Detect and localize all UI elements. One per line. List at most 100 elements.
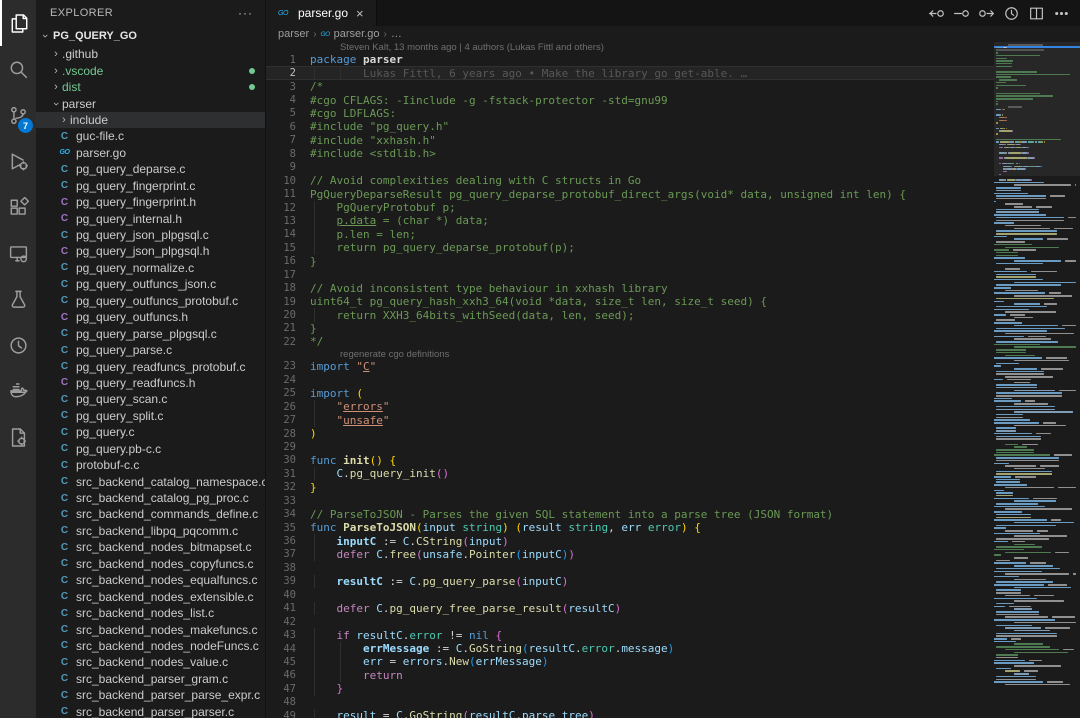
tree-file-pg_query.pb-c.c[interactable]: Cpg_query.pb-c.c [36,441,265,457]
tree-file-pg_query_outfuncs_protobuf.c[interactable]: Cpg_query_outfuncs_protobuf.c [36,293,265,309]
tree-file-src_backend_nodes_nodeFuncs.c[interactable]: Csrc_backend_nodes_nodeFuncs.c [36,638,265,654]
tab-parser-go[interactable]: GO parser.go × [266,0,377,26]
code-line-18[interactable]: 18// Avoid inconsistent type behaviour i… [266,281,994,294]
tree-file-src_backend_catalog_pg_proc.c[interactable]: Csrc_backend_catalog_pg_proc.c [36,490,265,506]
tree-file-pg_query_normalize.c[interactable]: Cpg_query_normalize.c [36,260,265,276]
code-line-11[interactable]: 11PgQueryDeparseResult pg_query_deparse_… [266,187,994,200]
codelens-row[interactable]: regenerate cgo definitions [266,349,994,360]
tree-file-pg_query_outfuncs_json.c[interactable]: Cpg_query_outfuncs_json.c [36,276,265,292]
code-line-21[interactable]: 21} [266,322,994,335]
run-and-debug-icon[interactable] [0,138,36,184]
tree-folder-include[interactable]: ›include [36,112,265,128]
tree-file-src_backend_nodes_list.c[interactable]: Csrc_backend_nodes_list.c [36,605,265,621]
code-line-36[interactable]: 36 inputC := C.CString(input) [266,534,994,547]
tree-file-pg_query.c[interactable]: Cpg_query.c [36,424,265,440]
search-icon[interactable] [0,46,36,92]
code-line-44[interactable]: 44 errMessage := C.GoString(resultC.erro… [266,642,994,655]
split-editor-icon[interactable] [1028,5,1045,22]
tree-file-pg_query_readfuncs_protobuf.c[interactable]: Cpg_query_readfuncs_protobuf.c [36,358,265,374]
remote-explorer-icon[interactable] [0,230,36,276]
code-line-27[interactable]: 27 "unsafe" [266,413,994,426]
code-line-1[interactable]: 1package parser [266,53,994,66]
tree-file-src_backend_nodes_bitmapset.c[interactable]: Csrc_backend_nodes_bitmapset.c [36,539,265,555]
code-line-7[interactable]: 7#include "xxhash.h" [266,134,994,147]
source-control-icon[interactable]: 7 [0,92,36,138]
code-line-24[interactable]: 24 [266,373,994,386]
tree-file-guc-file.c[interactable]: Cguc-file.c [36,128,265,144]
file-settings-icon[interactable] [0,414,36,460]
code-line-39[interactable]: 39 resultC := C.pg_query_parse(inputC) [266,575,994,588]
code-line-46[interactable]: 46 return [266,669,994,682]
code-line-42[interactable]: 42 [266,615,994,628]
open-changes-previous-icon[interactable] [928,5,945,22]
history-icon[interactable] [0,322,36,368]
code-line-48[interactable]: 48 [266,696,994,709]
minimap[interactable] [994,42,1080,718]
code-line-14[interactable]: 14 p.len = len; [266,228,994,241]
tree-file-parser.go[interactable]: GOparser.go [36,145,265,161]
code-line-17[interactable]: 17 [266,268,994,281]
extensions-icon[interactable] [0,184,36,230]
code-line-33[interactable]: 33 [266,494,994,507]
code-line-12[interactable]: 12 PgQueryProtobuf p; [266,201,994,214]
tree-file-protobuf-c.c[interactable]: Cprotobuf-c.c [36,457,265,473]
tree-folder-dist[interactable]: ›dist [36,79,265,95]
code-line-30[interactable]: 30func init() { [266,454,994,467]
code-line-35[interactable]: 35func ParseToJSON(input string) (result… [266,521,994,534]
explorer-icon[interactable] [0,0,36,46]
code-line-45[interactable]: 45 err = errors.New(errMessage) [266,655,994,668]
tree-file-pg_query_scan.c[interactable]: Cpg_query_scan.c [36,391,265,407]
tree-file-pg_query_parse.c[interactable]: Cpg_query_parse.c [36,342,265,358]
code-line-20[interactable]: 20 return XXH3_64bits_withSeed(data, len… [266,308,994,321]
code-line-34[interactable]: 34// ParseToJSON - Parses the given SQL … [266,507,994,520]
code-line-28[interactable]: 28) [266,427,994,440]
code-line-26[interactable]: 26 "errors" [266,400,994,413]
code-area[interactable]: Steven Kalt, 13 months ago | 4 authors (… [266,42,994,718]
tree-file-src_backend_commands_define.c[interactable]: Csrc_backend_commands_define.c [36,506,265,522]
tree-file-pg_query_readfuncs.h[interactable]: Cpg_query_readfuncs.h [36,375,265,391]
code-line-41[interactable]: 41 defer C.pg_query_free_parse_result(re… [266,602,994,615]
tree-folder-.vscode[interactable]: ›.vscode [36,62,265,78]
code-line-4[interactable]: 4#cgo CFLAGS: -Iinclude -g -fstack-prote… [266,93,994,106]
tab-close-icon[interactable]: × [354,6,366,21]
tree-file-src_backend_parser_gram.c[interactable]: Csrc_backend_parser_gram.c [36,671,265,687]
tree-file-pg_query_split.c[interactable]: Cpg_query_split.c [36,408,265,424]
tree-file-pg_query_fingerprint.h[interactable]: Cpg_query_fingerprint.h [36,194,265,210]
tree-folder-.github[interactable]: ›.github [36,46,265,62]
tree-file-src_backend_nodes_makefuncs.c[interactable]: Csrc_backend_nodes_makefuncs.c [36,621,265,637]
code-line-29[interactable]: 29 [266,440,994,453]
tree-file-pg_query_fingerprint.c[interactable]: Cpg_query_fingerprint.c [36,178,265,194]
tree-folder-parser[interactable]: ›parser [36,95,265,111]
code-line-23[interactable]: 23import "C" [266,360,994,373]
code-line-3[interactable]: 3/* [266,80,994,93]
tree-file-src_backend_nodes_equalfuncs.c[interactable]: Csrc_backend_nodes_equalfuncs.c [36,572,265,588]
tree-file-src_backend_catalog_namespace.c[interactable]: Csrc_backend_catalog_namespace.c [36,473,265,489]
code-line-31[interactable]: 31 C.pg_query_init() [266,467,994,480]
tree-file-pg_query_json_plpgsql.h[interactable]: Cpg_query_json_plpgsql.h [36,243,265,259]
code-line-38[interactable]: 38 [266,561,994,574]
workspace-section-header[interactable]: › PG_QUERY_GO [36,26,265,46]
code-line-22[interactable]: 22*/ [266,335,994,348]
tree-file-pg_query_outfuncs.h[interactable]: Cpg_query_outfuncs.h [36,309,265,325]
tree-file-src_backend_nodes_copyfuncs.c[interactable]: Csrc_backend_nodes_copyfuncs.c [36,556,265,572]
file-history-icon[interactable] [1003,5,1020,22]
code-line-16[interactable]: 16} [266,255,994,268]
tree-file-src_backend_libpq_pqcomm.c[interactable]: Csrc_backend_libpq_pqcomm.c [36,523,265,539]
tree-file-src_backend_nodes_value.c[interactable]: Csrc_backend_nodes_value.c [36,654,265,670]
code-line-47[interactable]: 47 } [266,682,994,695]
code-line-25[interactable]: 25import ( [266,387,994,400]
more-actions-icon[interactable] [1053,5,1070,22]
code-line-6[interactable]: 6#include "pg_query.h" [266,120,994,133]
tree-file-pg_query_internal.h[interactable]: Cpg_query_internal.h [36,210,265,226]
code-line-43[interactable]: 43 if resultC.error != nil { [266,628,994,641]
code-line-49[interactable]: 49 result = C.GoString(resultC.parse_tre… [266,709,994,718]
code-line-10[interactable]: 10// Avoid complexities dealing with C s… [266,174,994,187]
open-changes-icon[interactable] [953,5,970,22]
tree-file-pg_query_parse_plpgsql.c[interactable]: Cpg_query_parse_plpgsql.c [36,325,265,341]
tree-file-src_backend_nodes_extensible.c[interactable]: Csrc_backend_nodes_extensible.c [36,588,265,604]
code-line-37[interactable]: 37 defer C.free(unsafe.Pointer(inputC)) [266,548,994,561]
tree-file-src_backend_parser_parse_expr.c[interactable]: Csrc_backend_parser_parse_expr.c [36,687,265,703]
tree-file-src_backend_parser_parser.c[interactable]: Csrc_backend_parser_parser.c [36,704,265,718]
code-line-15[interactable]: 15 return pg_query_deparse_protobuf(p); [266,241,994,254]
code-line-8[interactable]: 8#include <stdlib.h> [266,147,994,160]
